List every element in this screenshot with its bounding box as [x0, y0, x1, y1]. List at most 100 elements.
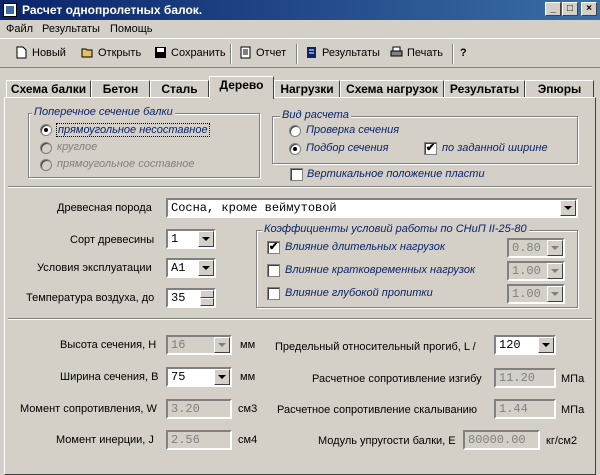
maximize-button[interactable]: □ [562, 2, 578, 16]
tab-beam-scheme[interactable]: Схема балки [6, 80, 91, 98]
moment-res-label: Момент сопротивления, W [20, 403, 157, 415]
tab-concrete[interactable]: Бетон [91, 80, 150, 98]
spin-down-icon[interactable] [200, 298, 214, 306]
vertical-label: Вертикальное положение пласти [307, 168, 485, 180]
chevron-down-icon[interactable] [547, 263, 563, 279]
grade-select[interactable]: 1 [166, 229, 216, 249]
menu-help[interactable]: Помощь [110, 23, 153, 35]
short-load-checkbox[interactable] [267, 264, 280, 277]
shear-value: 1.44 [494, 399, 556, 419]
tab-diagrams[interactable]: Эпюры [525, 80, 594, 98]
long-load-checkbox[interactable]: ✔ [267, 241, 280, 254]
chevron-down-icon[interactable] [547, 240, 563, 256]
height-select[interactable]: 16 [166, 335, 232, 355]
open-folder-icon [81, 48, 93, 58]
bending-value: 11.20 [494, 368, 556, 388]
divider [8, 318, 592, 320]
impregnation-value[interactable]: 1.00 [507, 284, 565, 304]
chevron-down-icon[interactable] [547, 286, 563, 302]
by-width-label: по заданной ширине [442, 142, 548, 154]
long-load-value[interactable]: 0.80 [507, 238, 565, 258]
width-label: Ширина сечения, B [60, 371, 159, 383]
inertia-value: 2.56 [166, 430, 232, 450]
results-button[interactable]: Результаты [304, 45, 380, 63]
inertia-unit: см4 [238, 434, 258, 446]
grade-label: Сорт древесины [70, 234, 155, 246]
spin-up-icon[interactable] [200, 290, 214, 298]
vertical-checkbox[interactable] [290, 168, 303, 181]
divider [8, 186, 592, 188]
section-rect-solid-label[interactable]: прямоугольное несоставное [56, 123, 210, 137]
chevron-down-icon[interactable] [538, 337, 554, 353]
tab-loads[interactable]: Нагрузки [274, 80, 340, 98]
chevron-down-icon[interactable] [214, 337, 230, 353]
shear-label: Расчетное сопротивление скалыванию [277, 404, 478, 416]
modulus-value: 80000.00 [463, 430, 540, 450]
window-title: Расчет однопролетных балок. [22, 3, 203, 17]
calc-check-label: Проверка сечения [306, 124, 400, 136]
calc-check-radio[interactable] [289, 125, 301, 137]
tab-steel[interactable]: Сталь [150, 80, 209, 98]
inertia-label: Момент инерции, J [56, 434, 154, 446]
conditions-label: Условия эксплуатации [37, 262, 152, 274]
section-rect-solid-radio[interactable] [40, 124, 52, 136]
height-unit: мм [240, 339, 256, 351]
new-button[interactable]: Новый [14, 45, 66, 63]
app-icon [3, 3, 17, 17]
impregnation-label: Влияние глубокой пропитки [285, 287, 433, 299]
species-select[interactable]: Сосна, кроме веймутовой [166, 198, 578, 218]
new-file-icon [16, 46, 27, 59]
toolbar-separator [452, 44, 454, 64]
moment-res-unit: см3 [238, 403, 258, 415]
short-load-value[interactable]: 1.00 [507, 261, 565, 281]
cross-section-title: Поперечное сечение балки [32, 106, 175, 118]
by-width-checkbox[interactable]: ✔ [424, 142, 437, 155]
shear-unit: МПа [561, 404, 585, 416]
tab-load-scheme[interactable]: Схема нагрузок [340, 80, 444, 98]
toolbar-separator [230, 44, 232, 64]
toolbar: Новый Открыть Сохранить Отчет Результаты… [0, 38, 600, 68]
chevron-down-icon[interactable] [560, 200, 576, 216]
chevron-down-icon[interactable] [214, 369, 230, 385]
bending-label: Расчетное сопротивление изгибу [312, 373, 482, 385]
save-disk-icon [155, 47, 166, 58]
width-select[interactable]: 75 [166, 367, 232, 387]
minimize-button[interactable]: _ [545, 2, 561, 16]
chevron-down-icon[interactable] [198, 231, 214, 247]
menu-bar: Файл Результаты Помощь [0, 20, 600, 38]
chevron-down-icon[interactable] [198, 260, 214, 276]
temperature-label: Температура воздуха, до [26, 292, 155, 304]
save-button[interactable]: Сохранить [153, 45, 226, 63]
short-load-label: Влияние кратковременных нагрузок [285, 264, 476, 276]
calc-select-label: Подбор сечения [306, 142, 389, 154]
modulus-unit: кг/см2 [546, 435, 578, 447]
close-button[interactable]: × [581, 2, 597, 16]
report-icon [240, 46, 251, 59]
section-rect-composite-label: прямоугольное составное [57, 158, 195, 170]
impregnation-checkbox[interactable] [267, 287, 280, 300]
tab-results[interactable]: Результаты [444, 80, 525, 98]
width-unit: мм [240, 371, 256, 383]
report-button[interactable]: Отчет [238, 45, 286, 63]
conditions-select[interactable]: А1 [166, 258, 216, 278]
height-label: Высота сечения, H [60, 339, 157, 351]
bending-unit: МПа [561, 373, 585, 385]
section-rect-composite-radio[interactable] [40, 159, 52, 171]
species-label: Древесная порода [57, 202, 152, 214]
tab-wood[interactable]: Дерево [209, 76, 274, 99]
deflection-select[interactable]: 120 [494, 335, 556, 355]
section-round-label: круглое [57, 141, 98, 153]
title-bar: Расчет однопролетных балок. _ □ × [0, 0, 600, 20]
menu-results[interactable]: Результаты [42, 23, 100, 35]
toolbar-separator [296, 44, 298, 64]
print-button[interactable]: Печать [389, 45, 443, 63]
deflection-label: Предельный относительный прогиб, L / [275, 341, 476, 353]
section-round-radio[interactable] [40, 142, 52, 154]
help-button[interactable]: ? [457, 45, 473, 63]
temperature-spinner[interactable]: 35 [166, 288, 216, 308]
menu-file[interactable]: Файл [6, 23, 33, 35]
printer-icon [390, 46, 403, 57]
open-button[interactable]: Открыть [80, 45, 141, 63]
calc-select-radio[interactable] [289, 143, 301, 155]
moment-res-value: 3.20 [166, 399, 232, 419]
